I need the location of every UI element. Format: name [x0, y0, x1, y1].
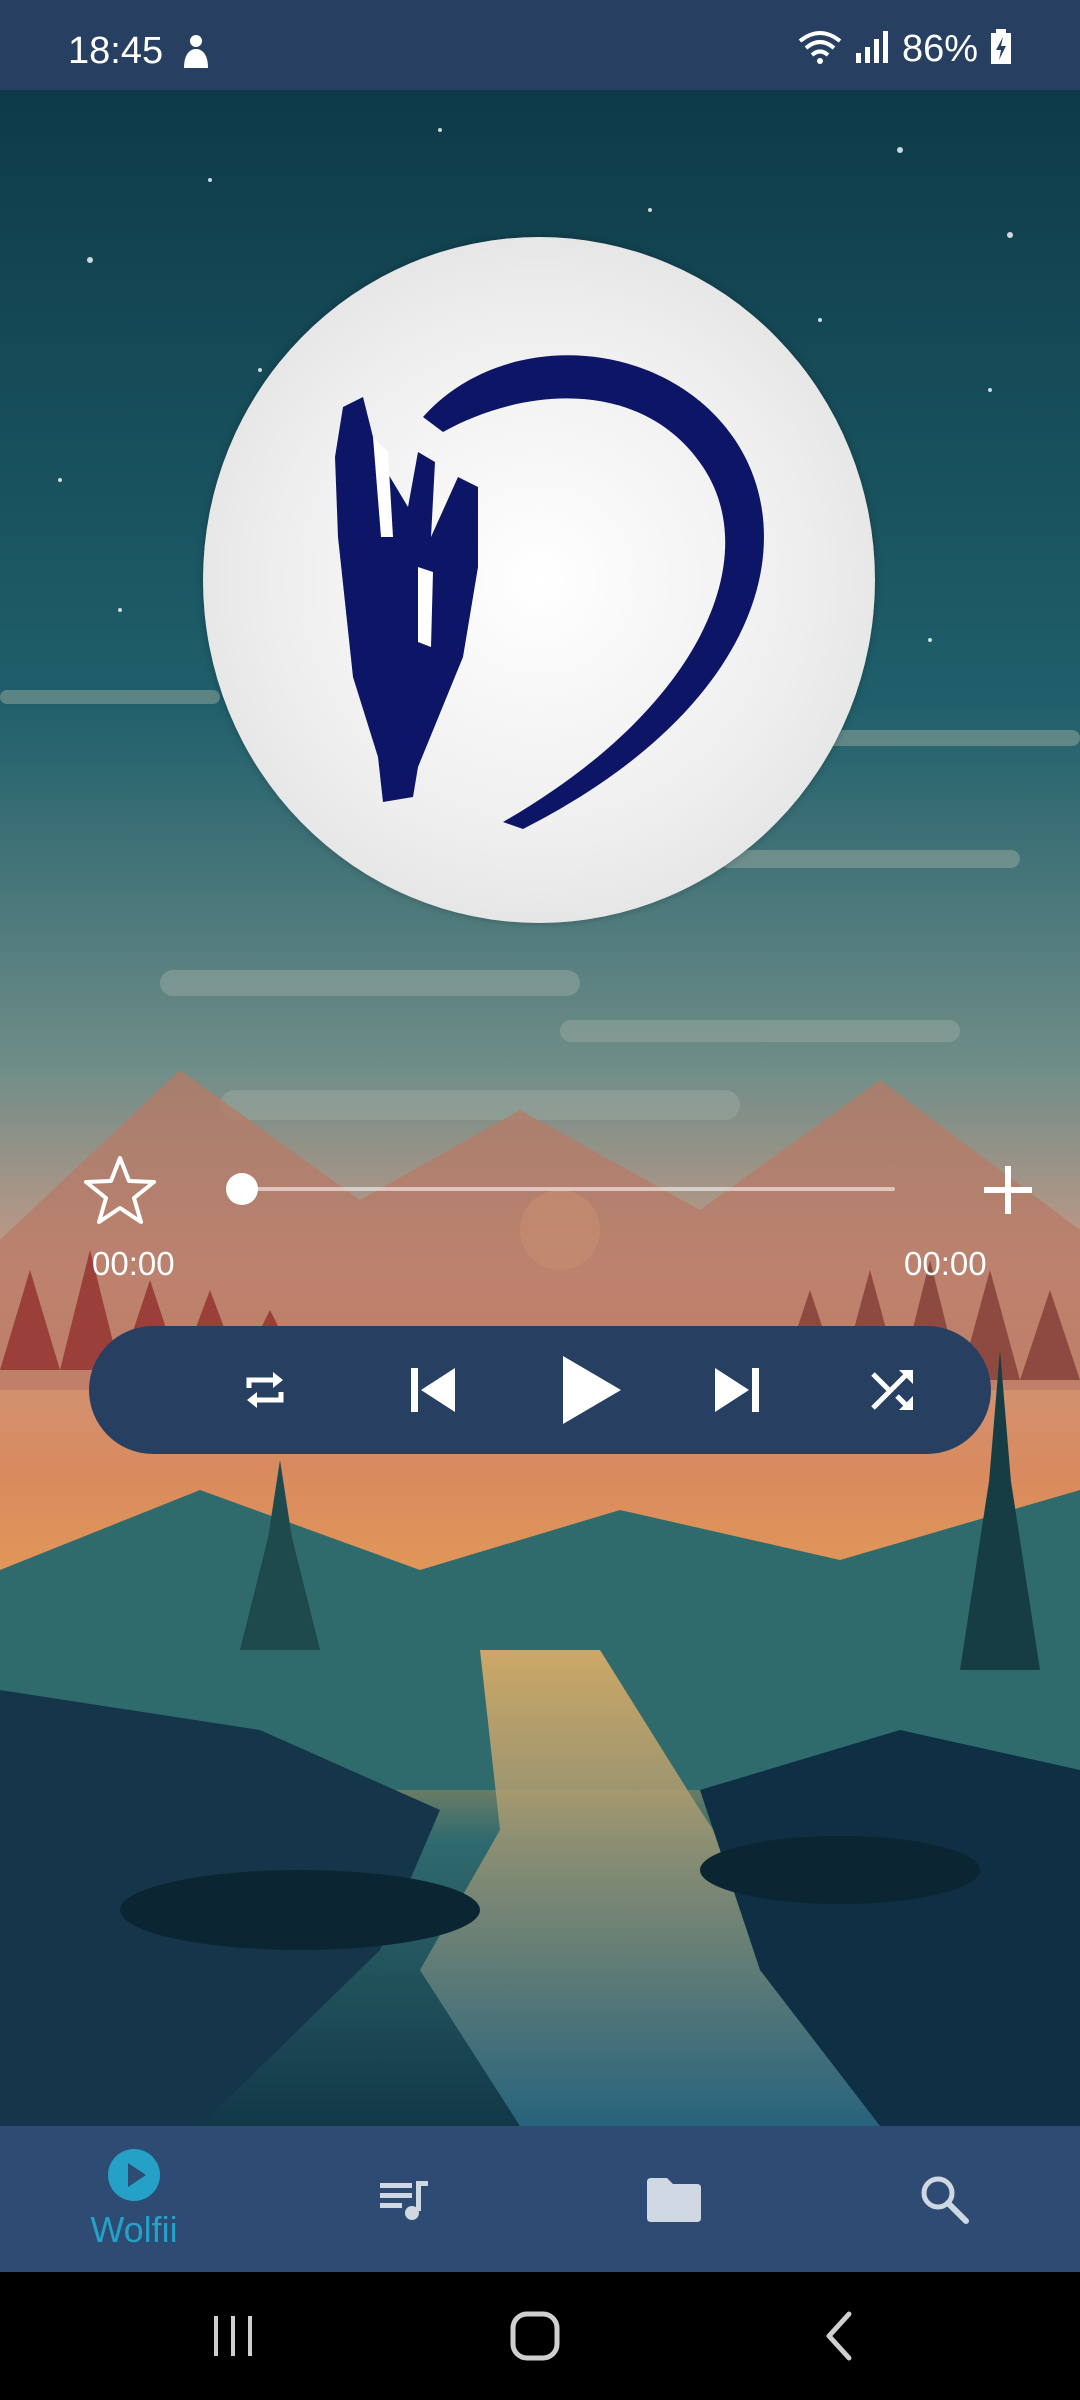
previous-icon: [411, 1368, 455, 1412]
play-button[interactable]: [549, 1350, 629, 1430]
battery-icon: [990, 29, 1012, 70]
status-icons: 86%: [798, 28, 1012, 71]
back-button[interactable]: [804, 2304, 874, 2368]
add-to-playlist-button[interactable]: [968, 1150, 1048, 1230]
signal-icon: [854, 29, 890, 70]
shuffle-icon: [871, 1370, 913, 1410]
elapsed-time: 00:00: [92, 1245, 175, 1282]
home-button[interactable]: [500, 2304, 570, 2368]
nav-item-search[interactable]: [844, 2126, 1044, 2272]
system-navigation-bar: [0, 2272, 1080, 2400]
folder-icon: [647, 2178, 701, 2222]
play-icon: [563, 1356, 621, 1424]
person-icon: [180, 34, 212, 75]
repeat-icon: [246, 1372, 284, 1408]
next-icon: [715, 1368, 759, 1412]
battery-percent: 86%: [901, 28, 978, 70]
seek-thumb[interactable]: [226, 1173, 258, 1205]
plus-icon: [984, 1166, 1032, 1214]
status-bar: 18:45 86%: [0, 0, 1080, 90]
play-circle-icon: [108, 2149, 160, 2201]
nav-label-player: Wolfii: [90, 2209, 178, 2250]
repeat-button[interactable]: [225, 1350, 305, 1430]
next-button[interactable]: [697, 1350, 777, 1430]
star-icon: [84, 1156, 156, 1224]
nav-item-queue[interactable]: [304, 2126, 504, 2272]
horse-logo-icon: [335, 355, 764, 829]
status-time: 18:45: [68, 30, 164, 72]
previous-button[interactable]: [393, 1350, 473, 1430]
wifi-icon: [798, 29, 842, 70]
bottom-navigation: Wolfii: [0, 2126, 1080, 2272]
seek-bar[interactable]: [240, 1187, 895, 1191]
total-duration: 00:00: [904, 1245, 987, 1282]
queue-music-icon: [380, 2181, 428, 2220]
playback-controls: [89, 1326, 991, 1454]
recent-apps-button[interactable]: [198, 2304, 268, 2368]
home-icon: [510, 2311, 560, 2361]
album-art: [203, 237, 875, 923]
nav-item-folders[interactable]: [574, 2126, 774, 2272]
back-icon: [826, 2311, 852, 2361]
recent-apps-icon: [214, 2316, 252, 2356]
favorite-button[interactable]: [80, 1150, 160, 1230]
search-icon: [921, 2176, 969, 2224]
nav-item-player[interactable]: Wolfii: [34, 2126, 234, 2272]
shuffle-button[interactable]: [853, 1350, 933, 1430]
